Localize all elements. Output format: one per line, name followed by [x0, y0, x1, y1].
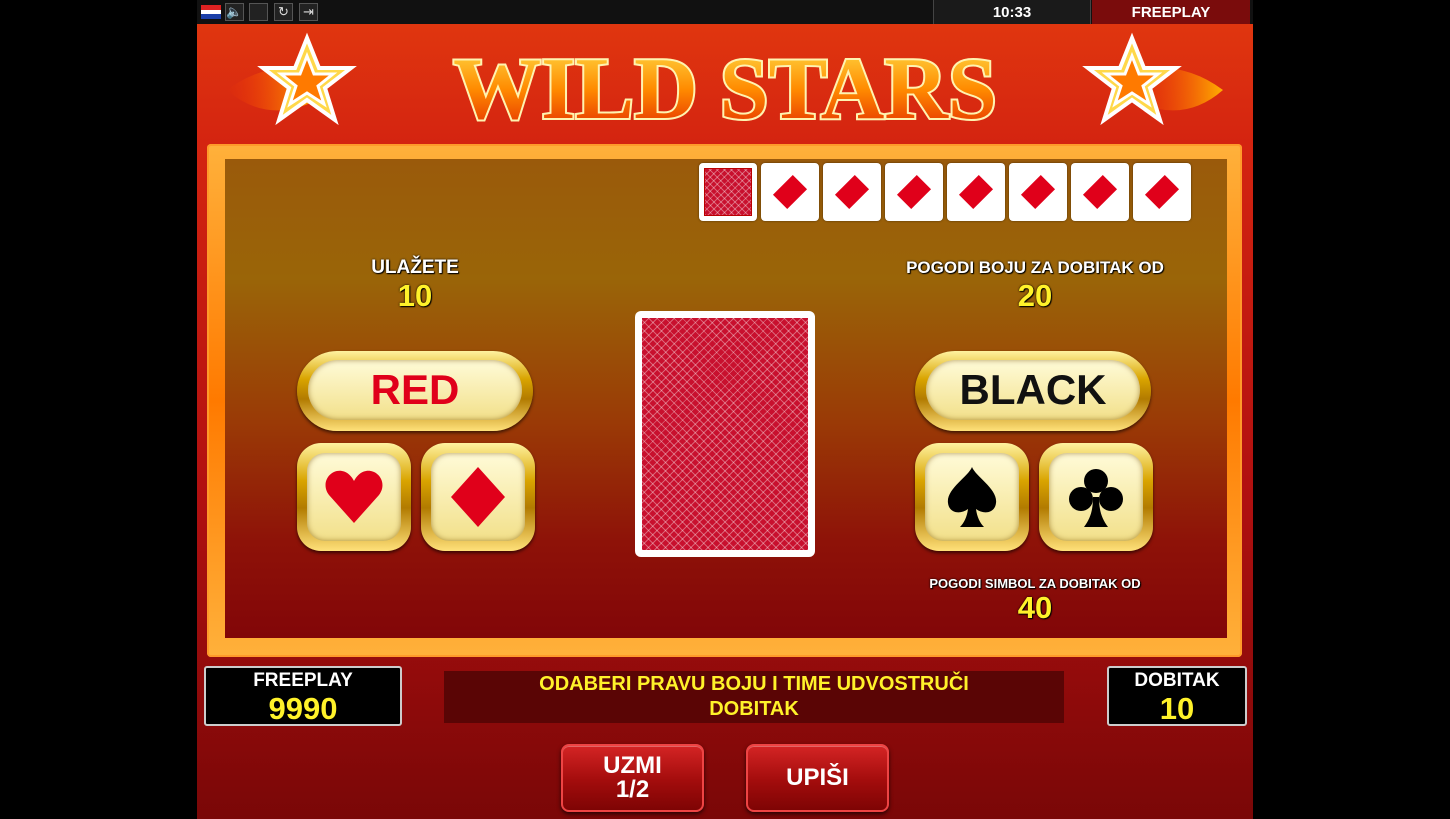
- game-area: WILD STARS ULAŽETE 10 POGODI BOJU ZA DOB…: [197, 24, 1253, 819]
- diamond-icon: [1082, 174, 1118, 210]
- credit-value: 9990: [268, 691, 338, 726]
- color-win-label: POGODI BOJU ZA DOBITAK OD: [906, 258, 1164, 277]
- wild-stars-logo: WILD STARS: [227, 32, 1223, 140]
- collect-label: UPIŠI: [786, 764, 849, 791]
- status-bar: 🔈 ↻ ⇥ 10:33 FREEPLAY: [197, 0, 1253, 24]
- color-win-value: 20: [1017, 278, 1053, 313]
- clubs-button[interactable]: [1039, 443, 1153, 551]
- spade-icon: [947, 467, 997, 527]
- take-half-line2: 1/2: [615, 776, 650, 803]
- black-button-label: BLACK: [926, 360, 1140, 420]
- history-card-diamond: [823, 163, 881, 221]
- history-card-diamond: [947, 163, 1005, 221]
- diamond-icon: [834, 174, 870, 210]
- credit-label: FREEPLAY: [253, 670, 353, 691]
- croatia-flag-icon[interactable]: [201, 5, 221, 19]
- collect-button[interactable]: UPIŠI: [746, 744, 889, 812]
- hearts-button[interactable]: [297, 443, 411, 551]
- refresh-icon[interactable]: ↻: [274, 3, 293, 21]
- credit-meter: FREEPLAY 9990: [204, 666, 402, 726]
- win-meter: DOBITAK 10: [1107, 666, 1247, 726]
- gamble-card: [635, 311, 815, 557]
- stake-value: 10: [397, 278, 433, 313]
- take-half-button[interactable]: UZMI 1/2: [561, 744, 704, 812]
- diamond-icon: [958, 174, 994, 210]
- fullscreen-icon[interactable]: [249, 3, 268, 21]
- club-icon: [1069, 469, 1123, 527]
- history-card-diamond: [1071, 163, 1129, 221]
- history-card-diamond: [1133, 163, 1191, 221]
- spades-button[interactable]: [915, 443, 1029, 551]
- black-button[interactable]: BLACK: [915, 351, 1151, 431]
- win-label: DOBITAK: [1134, 670, 1220, 691]
- mode-label: FREEPLAY: [1092, 0, 1250, 24]
- diamond-icon: [1020, 174, 1056, 210]
- gamble-board-frame: ULAŽETE 10 POGODI BOJU ZA DOBITAK OD 20 …: [207, 144, 1242, 657]
- take-half-line1: UZMI: [603, 752, 662, 779]
- diamonds-button[interactable]: [421, 443, 535, 551]
- sound-icon[interactable]: 🔈: [225, 3, 244, 21]
- gamble-board: ULAŽETE 10 POGODI BOJU ZA DOBITAK OD 20 …: [225, 159, 1227, 638]
- history-card-diamond: [885, 163, 943, 221]
- red-button-label: RED: [308, 360, 522, 420]
- history-card-diamond: [761, 163, 819, 221]
- diamond-icon: [772, 174, 808, 210]
- message-text: ODABERI PRAVU BOJU I TIME UDVOSTRUČI DOB…: [539, 673, 969, 720]
- suit-win-value: 40: [1017, 590, 1053, 625]
- diamond-icon: [896, 174, 932, 210]
- history-card-back: [699, 163, 757, 221]
- diamond-icon: [451, 467, 505, 527]
- heart-icon: [325, 470, 383, 523]
- clock: 10:33: [933, 0, 1091, 24]
- history-card-diamond: [1009, 163, 1067, 221]
- win-value: 10: [1159, 691, 1195, 726]
- suit-win-label: POGODI SIMBOL ZA DOBITAK OD: [929, 576, 1141, 591]
- message-panel: ODABERI PRAVU BOJU I TIME UDVOSTRUČI DOB…: [444, 671, 1064, 723]
- svg-text:WILD STARS: WILD STARS: [453, 41, 997, 138]
- diamond-icon: [1144, 174, 1180, 210]
- stake-label: ULAŽETE: [371, 257, 459, 278]
- red-button[interactable]: RED: [297, 351, 533, 431]
- exit-icon[interactable]: ⇥: [299, 3, 318, 21]
